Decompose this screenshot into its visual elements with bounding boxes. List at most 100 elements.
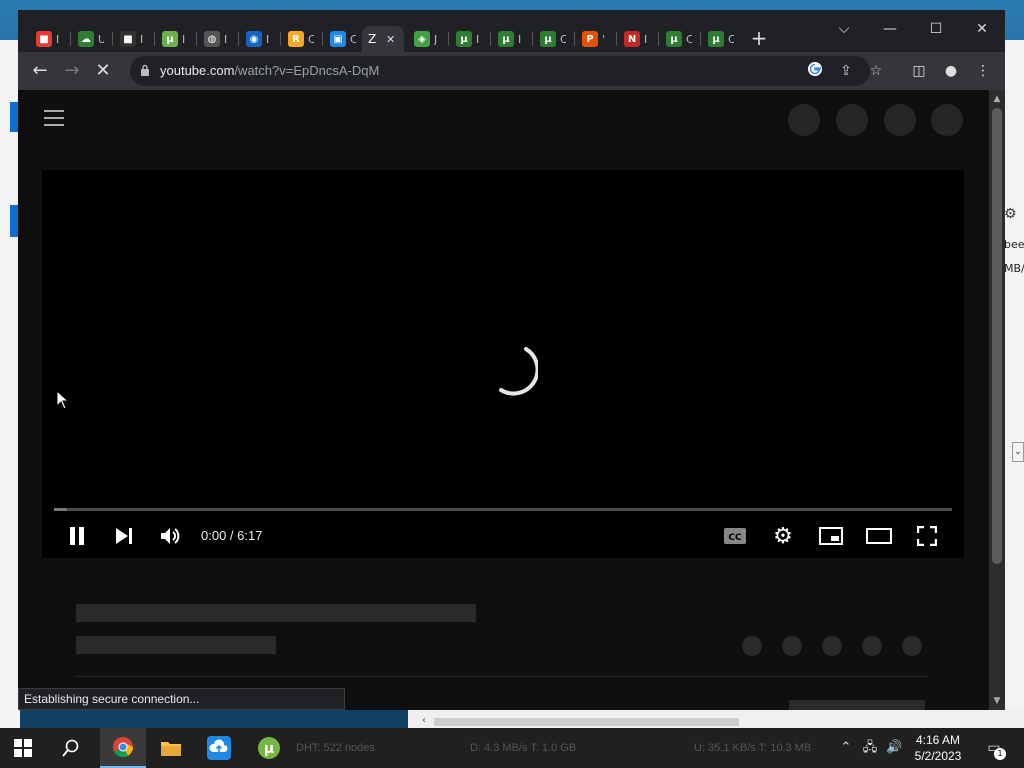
tab-title: I bbox=[56, 32, 60, 46]
tab-separator bbox=[322, 32, 323, 46]
close-tab-icon[interactable]: ✕ bbox=[386, 33, 395, 46]
theater-mode-button[interactable] bbox=[865, 524, 893, 548]
captions-icon: CC bbox=[724, 528, 746, 544]
dropdown-icon[interactable]: ⌄ bbox=[1012, 442, 1024, 462]
scroll-thumb[interactable] bbox=[992, 108, 1002, 564]
volume-button[interactable] bbox=[159, 524, 183, 548]
browser-tab[interactable]: P ' bbox=[576, 26, 614, 52]
sidebar-placeholder bbox=[789, 700, 925, 710]
scroll-up-icon[interactable]: ▲ bbox=[989, 92, 1005, 106]
miniplayer-button[interactable] bbox=[818, 524, 844, 548]
browser-tab[interactable]: ▣ C bbox=[324, 26, 362, 52]
tab-favicon-icon: ◉ bbox=[246, 31, 262, 47]
tab-title: I bbox=[140, 32, 144, 46]
taskbar-file-explorer[interactable] bbox=[148, 728, 194, 768]
side-panel-icon[interactable]: ◫ bbox=[907, 59, 931, 83]
browser-tab[interactable]: µI bbox=[156, 26, 194, 52]
lock-icon bbox=[141, 64, 149, 76]
action-placeholder-4 bbox=[862, 636, 882, 656]
browser-tab[interactable]: µI bbox=[450, 26, 488, 52]
clock-time: 4:16 AM bbox=[915, 733, 961, 747]
tab-favicon-icon: µ bbox=[456, 31, 472, 47]
browser-toolbar: ← → ✕ youtube.com/watch?v=EpDncsA-DqM ⇪ … bbox=[18, 52, 1005, 90]
next-button[interactable] bbox=[113, 524, 135, 548]
share-icon[interactable]: ⇪ bbox=[836, 61, 856, 81]
gear-icon: ⚙ bbox=[1004, 206, 1017, 222]
back-button[interactable]: ← bbox=[27, 58, 53, 84]
browser-tab[interactable]: µC bbox=[534, 26, 572, 52]
hamburger-menu-icon[interactable] bbox=[44, 110, 64, 126]
tab-separator bbox=[490, 32, 491, 46]
taskbar-cloud-app[interactable] bbox=[196, 728, 242, 768]
video-progress-bar[interactable] bbox=[54, 508, 952, 511]
show-hidden-icons-button[interactable]: ⌃ bbox=[838, 740, 854, 756]
maximize-button[interactable]: ☐ bbox=[913, 14, 959, 44]
tab-title: I bbox=[476, 32, 480, 46]
network-icon[interactable]: 🖧 bbox=[862, 740, 878, 756]
settings-button[interactable]: ⚙ bbox=[771, 523, 795, 549]
browser-tab[interactable]: ☁ U bbox=[72, 26, 110, 52]
browser-tab[interactable]: NI bbox=[618, 26, 656, 52]
chevron-up-icon: ⌃ bbox=[840, 740, 852, 755]
page-scrollbar[interactable]: ▲ ▼ bbox=[989, 90, 1005, 710]
page-viewport: 0:00 / 6:17 CC ⚙ bbox=[18, 90, 989, 710]
speaker-icon[interactable]: 🔊 bbox=[886, 740, 902, 756]
tab-search-button[interactable]: ⌵ bbox=[821, 14, 867, 44]
bookmark-star-icon[interactable]: ☆ bbox=[866, 61, 886, 81]
browser-tab[interactable]: µC bbox=[660, 26, 698, 52]
mouse-cursor-icon bbox=[56, 390, 70, 410]
captions-button[interactable]: CC bbox=[723, 524, 747, 548]
browser-tab[interactable]: ◉ I bbox=[240, 26, 278, 52]
profile-icon[interactable]: ● bbox=[939, 59, 963, 83]
tab-favicon-icon: µ bbox=[666, 31, 682, 47]
volume-icon bbox=[161, 528, 180, 544]
google-lens-icon[interactable] bbox=[805, 61, 825, 81]
stop-loading-button[interactable]: ✕ bbox=[90, 58, 116, 84]
video-player[interactable]: 0:00 / 6:17 CC ⚙ bbox=[42, 170, 964, 558]
start-button[interactable] bbox=[0, 728, 46, 768]
scroll-left-icon[interactable]: ‹ bbox=[422, 715, 426, 726]
browser-tab[interactable]: ◈ J bbox=[408, 26, 446, 52]
browser-tab[interactable]: RC bbox=[282, 26, 320, 52]
pause-button[interactable] bbox=[66, 524, 88, 548]
clock-date: 5/2/2023 bbox=[914, 749, 962, 763]
tab-favicon-icon: R bbox=[288, 31, 304, 47]
arrow-right-icon: → bbox=[64, 60, 80, 81]
tab-title: I bbox=[518, 32, 522, 46]
menu-icon[interactable]: ⋮ bbox=[971, 59, 995, 83]
loading-spinner-icon bbox=[499, 347, 538, 396]
browser-tab[interactable]: ■ I bbox=[30, 26, 68, 52]
browser-tab[interactable]: ■ I bbox=[114, 26, 152, 52]
taskbar-utorrent[interactable]: µ bbox=[246, 728, 292, 768]
search-button[interactable] bbox=[48, 728, 94, 768]
scroll-down-icon[interactable]: ▼ bbox=[989, 694, 1005, 708]
background-scroll-thumb[interactable] bbox=[434, 718, 739, 726]
browser-tab[interactable]: Z ✕ bbox=[362, 26, 404, 52]
url-text[interactable]: youtube.com/watch?v=EpDncsA-DqM bbox=[160, 63, 379, 78]
address-bar[interactable]: youtube.com/watch?v=EpDncsA-DqM ⇪ ☆ bbox=[130, 56, 882, 86]
content-divider bbox=[76, 676, 928, 677]
url-path: /watch?v=EpDncsA-DqM bbox=[234, 63, 380, 78]
fullscreen-button[interactable] bbox=[916, 524, 938, 548]
notifications-button[interactable]: ▭ 1 bbox=[984, 740, 1006, 760]
taskbar-chrome[interactable] bbox=[100, 728, 146, 768]
tab-separator bbox=[700, 32, 701, 46]
title-placeholder bbox=[76, 604, 476, 622]
chevron-down-icon: ⌵ bbox=[838, 21, 850, 37]
tab-favicon-icon: ◈ bbox=[414, 31, 430, 47]
browser-tab[interactable]: µC bbox=[702, 26, 740, 52]
tab-title: Z bbox=[368, 32, 377, 46]
download-status: D: 4.3 MB/s T: 1.0 GB bbox=[470, 742, 577, 754]
tab-separator bbox=[196, 32, 197, 46]
tab-favicon-icon: ◍ bbox=[204, 31, 220, 47]
new-tab-button[interactable]: + bbox=[746, 26, 772, 52]
chrome-icon bbox=[113, 737, 134, 758]
minimize-button[interactable]: — bbox=[867, 14, 913, 44]
system-clock[interactable]: 4:16 AM 5/2/2023 bbox=[906, 732, 970, 764]
forward-button[interactable]: → bbox=[59, 58, 85, 84]
tab-strip: + ⌵ — ☐ ✕ ■ I ☁ U ■ Iµ I ◍ I ◉ I R C ▣ C Z ✕ ◈ Jµ Iµ Iµ C P ' N I… bbox=[18, 10, 1005, 52]
browser-tab[interactable]: µI bbox=[492, 26, 530, 52]
browser-tab[interactable]: ◍ I bbox=[198, 26, 236, 52]
gear-icon: ⚙ bbox=[773, 523, 793, 549]
close-window-button[interactable]: ✕ bbox=[959, 14, 1005, 44]
